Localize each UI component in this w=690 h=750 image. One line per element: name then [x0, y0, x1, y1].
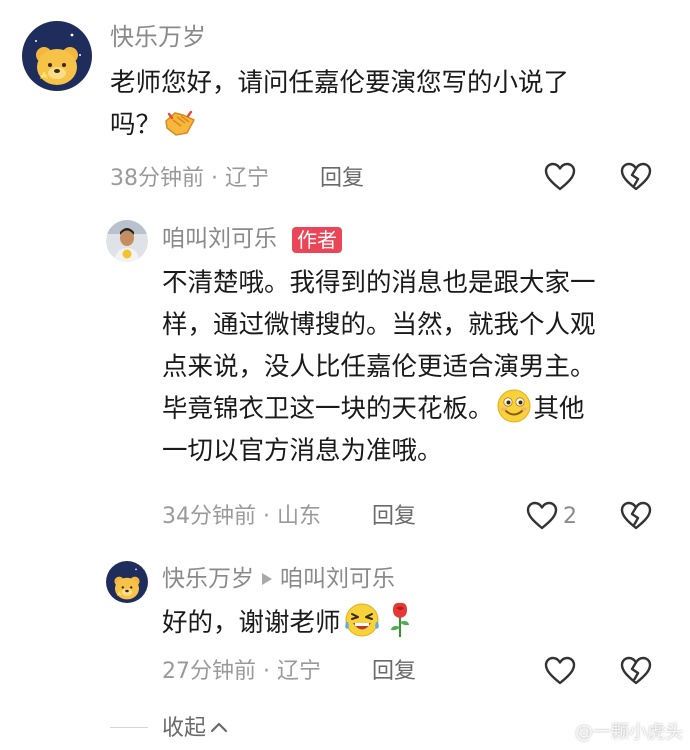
- comment2-line2: 样，通过微博搜的。当然，就我个人观: [162, 310, 596, 340]
- comment1-text: 老师您好，请问任嘉伦要演您写的小说了 吗？: [110, 62, 569, 146]
- comment1-line2: 吗？: [110, 104, 569, 146]
- man-portrait-avatar-icon: [106, 220, 148, 262]
- avatar[interactable]: [22, 21, 92, 91]
- broken-heart-dislike-icon[interactable]: [620, 501, 652, 535]
- heart-like-icon[interactable]: [544, 656, 576, 690]
- broken-heart-dislike-icon[interactable]: [620, 162, 652, 196]
- comment2-line5: 一切以官方消息为准哦。: [162, 436, 443, 466]
- comment1-reply-button[interactable]: 回复: [320, 168, 364, 190]
- comment2-time-location: 34分钟前 · 山东: [162, 504, 321, 529]
- comment2-reply-button[interactable]: 回复: [372, 506, 416, 528]
- collapse-button[interactable]: 收起: [162, 716, 228, 740]
- comment2-username[interactable]: 咱叫刘可乐: [162, 228, 277, 251]
- handshake-emoji-icon: [163, 106, 197, 140]
- comment2-line4: 毕竟锦衣卫这一块的天花板。 其他: [162, 388, 596, 430]
- comment3-reply-button[interactable]: 回复: [372, 661, 416, 683]
- comment3-username-line: 快乐万岁 咱叫刘可乐: [162, 567, 395, 591]
- rose-emoji-icon: [385, 600, 415, 638]
- comment1-line1: 老师您好，请问任嘉伦要演您写的小说了: [110, 68, 570, 98]
- comment2-line1: 不清楚哦。我得到的消息也是跟大家一: [162, 268, 596, 298]
- watermark: @一颗小虎头: [548, 723, 683, 745]
- heart-like-icon[interactable]: [526, 501, 558, 535]
- collapse-divider: [110, 727, 148, 728]
- comment2-like-count: 2: [563, 504, 577, 529]
- avatar[interactable]: [106, 561, 148, 603]
- comment2-line3: 点来说，没人比任嘉伦更适合演男主。: [162, 352, 596, 382]
- comment3-username[interactable]: 快乐万岁: [162, 566, 254, 592]
- author-badge: 作者: [292, 227, 342, 253]
- chevron-up-icon: [210, 716, 228, 738]
- comment1-username[interactable]: 快乐万岁: [110, 25, 206, 49]
- avatar[interactable]: [106, 220, 148, 262]
- grinning-face-emoji-icon: [496, 388, 532, 424]
- heart-like-icon[interactable]: [544, 162, 576, 196]
- comment3-reply-to[interactable]: 咱叫刘可乐: [280, 566, 395, 592]
- comment1-time-location: 38分钟前 · 辽宁: [110, 166, 269, 191]
- comment3-time-location: 27分钟前 · 辽宁: [162, 659, 321, 684]
- comment3-text: 好的，谢谢老师: [162, 600, 417, 644]
- laughing-face-emoji-icon: [343, 602, 381, 638]
- reply-arrow-icon: [262, 567, 272, 590]
- broken-heart-dislike-icon[interactable]: [620, 656, 652, 690]
- weibo-logo-icon: [548, 723, 572, 745]
- comment2-text: 不清楚哦。我得到的消息也是跟大家一 样，通过微博搜的。当然，就我个人观 点来说，…: [162, 262, 596, 472]
- winnie-the-pooh-avatar-icon: [22, 21, 92, 91]
- winnie-the-pooh-avatar-icon: [106, 561, 148, 603]
